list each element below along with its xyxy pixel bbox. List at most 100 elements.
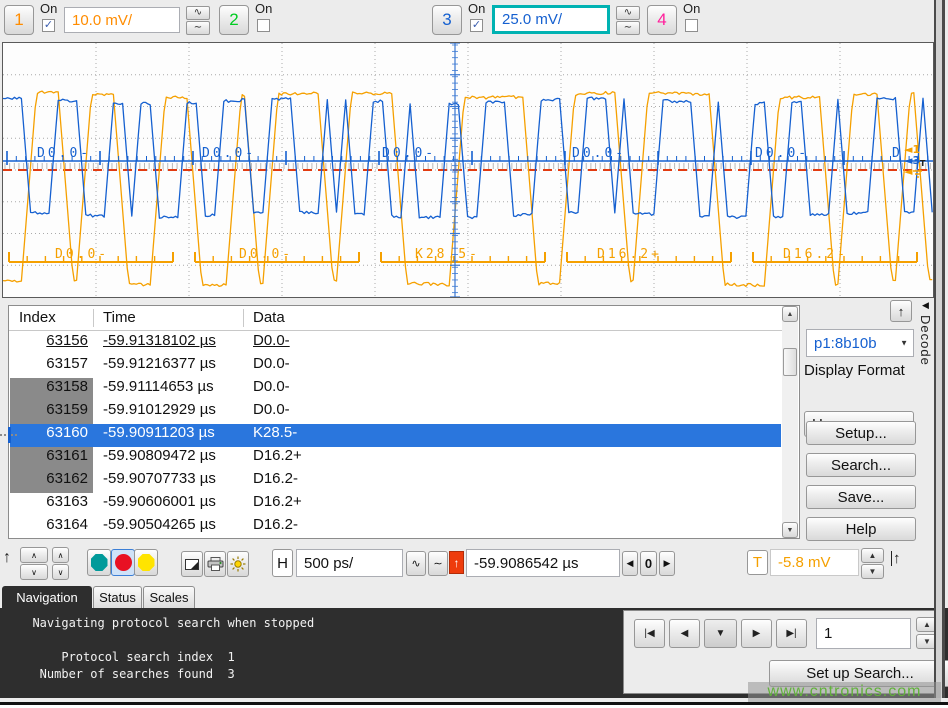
setup-button[interactable]: Setup... <box>806 421 916 445</box>
table-row[interactable]: 63162-59.90707733 µsD16.2- <box>10 470 781 493</box>
search-button[interactable]: Search... <box>806 453 916 477</box>
scroll-down-button[interactable]: ▼ <box>782 522 798 538</box>
cell-index: 63161 <box>46 447 88 464</box>
channel-3-button[interactable]: 3 <box>432 5 462 35</box>
protocol-select[interactable]: p1:8b10b ▼ <box>806 329 914 357</box>
trigger-edge-icon: ↑ <box>449 551 464 574</box>
horizontal-button[interactable]: H <box>272 549 293 577</box>
zoom-up-button[interactable]: ∧ <box>20 547 48 563</box>
pan-left-button[interactable]: ◀ <box>622 551 638 576</box>
touch-screen-button[interactable] <box>181 551 203 577</box>
cell-data: D0.0- <box>253 378 290 395</box>
run-icon <box>91 554 108 571</box>
table-row[interactable]: 63163-59.90606001 µsD16.2+ <box>10 493 781 516</box>
last-icon: ▶| <box>786 628 796 639</box>
channel-3-scale-up-button[interactable]: ∿ <box>616 6 640 20</box>
stop-button[interactable] <box>111 549 135 576</box>
channel-4-button[interactable]: 4 <box>647 5 677 35</box>
channel-3-scale-down-button[interactable]: ∼ <box>616 21 640 35</box>
nav-stop-button[interactable]: ▼ <box>704 619 737 648</box>
nav-first-button[interactable]: |◀ <box>634 619 665 648</box>
cell-data: D16.2+ <box>253 447 302 464</box>
channel-1-button[interactable]: 1 <box>4 5 34 35</box>
zero-position-button[interactable]: 0 <box>640 551 657 576</box>
cell-time: -59.90707733 µs <box>103 470 216 487</box>
chevron-up-icon: ∧ <box>31 551 37 560</box>
zoom-down-button[interactable]: ∨ <box>20 564 48 580</box>
scale-expand-button[interactable]: ∿ <box>406 551 426 576</box>
table-row[interactable]: 63164-59.90504265 µsD16.2- <box>10 516 781 539</box>
channel-3-scale-field[interactable]: 25.0 mV/ <box>492 5 610 34</box>
table-row[interactable]: 63161-59.90809472 µsD16.2+ <box>10 447 781 470</box>
search-index-field[interactable]: 1 <box>816 618 911 649</box>
channel-2-on-checkbox[interactable] <box>257 19 270 32</box>
single-icon <box>138 554 155 571</box>
collapse-up-button[interactable]: ↑ <box>890 300 912 322</box>
waveform-display[interactable]: D0.0-D0.0-D0.0-D0.0-D0.0-DD0.0-D0.0-K28.… <box>2 42 934 298</box>
fine-up-button[interactable]: ∧ <box>52 547 69 563</box>
spin-down-icon: ▼ <box>869 567 877 576</box>
cell-index: 63157 <box>46 355 88 372</box>
timebase-scale-field[interactable]: 500 ps/ <box>296 549 403 577</box>
scrollbar-thumb[interactable] <box>783 348 797 376</box>
cell-time: -59.90911203 µs <box>103 424 215 441</box>
brightness-button[interactable] <box>227 551 249 577</box>
table-header: Index Time Data <box>9 306 782 331</box>
scroll-up-button[interactable]: ▲ <box>782 306 798 322</box>
channel-1-scale-field[interactable]: 10.0 mV/ <box>64 7 180 33</box>
run-button[interactable] <box>87 549 111 576</box>
decode-label: D0.0- <box>55 247 109 262</box>
channel-3-on-label: On <box>468 1 485 16</box>
table-row[interactable]: 63156-59.91318102 µsD0.0- <box>10 332 781 355</box>
table-scrollbar[interactable]: ▲ ▼ <box>782 306 798 538</box>
nav-last-button[interactable]: ▶| <box>776 619 807 648</box>
cell-index: 63164 <box>46 516 88 533</box>
status-text: Navigating protocol search when stopped … <box>18 615 314 683</box>
nav-prev-button[interactable]: ◀ <box>669 619 700 648</box>
channel-1-on-checkbox[interactable]: ✓ <box>42 19 55 32</box>
sun-icon <box>230 556 246 572</box>
col-header-index[interactable]: Index <box>19 309 56 326</box>
down-icon: ▼ <box>716 628 726 639</box>
channel-1-scale-down-button[interactable]: ∼ <box>186 21 210 35</box>
level-down-button[interactable]: ▼ <box>861 564 884 579</box>
print-button[interactable] <box>204 551 226 577</box>
table-row[interactable]: 63158-59.91114653 µsD0.0- <box>10 378 781 401</box>
up-arrow-icon: ↑ <box>898 304 905 319</box>
table-row[interactable]: 63157-59.91216377 µsD0.0- <box>10 355 781 378</box>
save-button[interactable]: Save... <box>806 485 916 509</box>
trigger-level-field[interactable]: -5.8 mV <box>770 549 859 576</box>
table-row[interactable]: 63159-59.91012929 µsD0.0- <box>10 401 781 424</box>
tab-navigation[interactable]: Navigation <box>2 586 92 608</box>
single-button[interactable] <box>134 549 158 576</box>
scale-compress-button[interactable]: ∼ <box>428 551 448 576</box>
fine-down-button[interactable]: ∨ <box>52 564 69 580</box>
decode-tab-label: Decode <box>918 315 933 366</box>
decode-label: D16.2- <box>783 247 848 262</box>
nav-next-button[interactable]: ▶ <box>741 619 772 648</box>
trigger-button[interactable]: T <box>747 550 768 575</box>
decode-label: K28.5- <box>415 247 480 262</box>
table-row[interactable]: 63160-59.90911203 µsK28.5- <box>10 424 781 447</box>
cell-index: 63162 <box>46 470 88 487</box>
scroll-up-icon: ▲ <box>787 311 794 318</box>
channel-1-scale-up-button[interactable]: ∿ <box>186 6 210 20</box>
channel-4-on-label: On <box>683 1 700 16</box>
pan-right-button[interactable]: ▶ <box>659 551 675 576</box>
edge-markers: ◄1◄3T◄ <box>904 143 926 178</box>
horizontal-position-field[interactable]: -59.9086542 µs <box>466 549 620 577</box>
decode-side-tab[interactable]: ◀ Decode <box>916 300 935 600</box>
right-arrow-icon: ▶ <box>664 558 671 569</box>
tab-scales[interactable]: Scales <box>143 586 195 608</box>
sine-icon: ∿ <box>194 8 202 18</box>
help-button[interactable]: Help <box>806 517 916 541</box>
tab-status[interactable]: Status <box>93 586 142 608</box>
channel-4-on-checkbox[interactable] <box>685 19 698 32</box>
channel-3-on-checkbox[interactable]: ✓ <box>470 19 483 32</box>
level-up-button[interactable]: ▲ <box>861 548 884 563</box>
cell-index: 63158 <box>46 378 88 395</box>
cell-data: D16.2+ <box>253 493 302 510</box>
channel-2-button[interactable]: 2 <box>219 5 249 35</box>
col-header-data[interactable]: Data <box>253 309 285 326</box>
col-header-time[interactable]: Time <box>103 309 136 326</box>
